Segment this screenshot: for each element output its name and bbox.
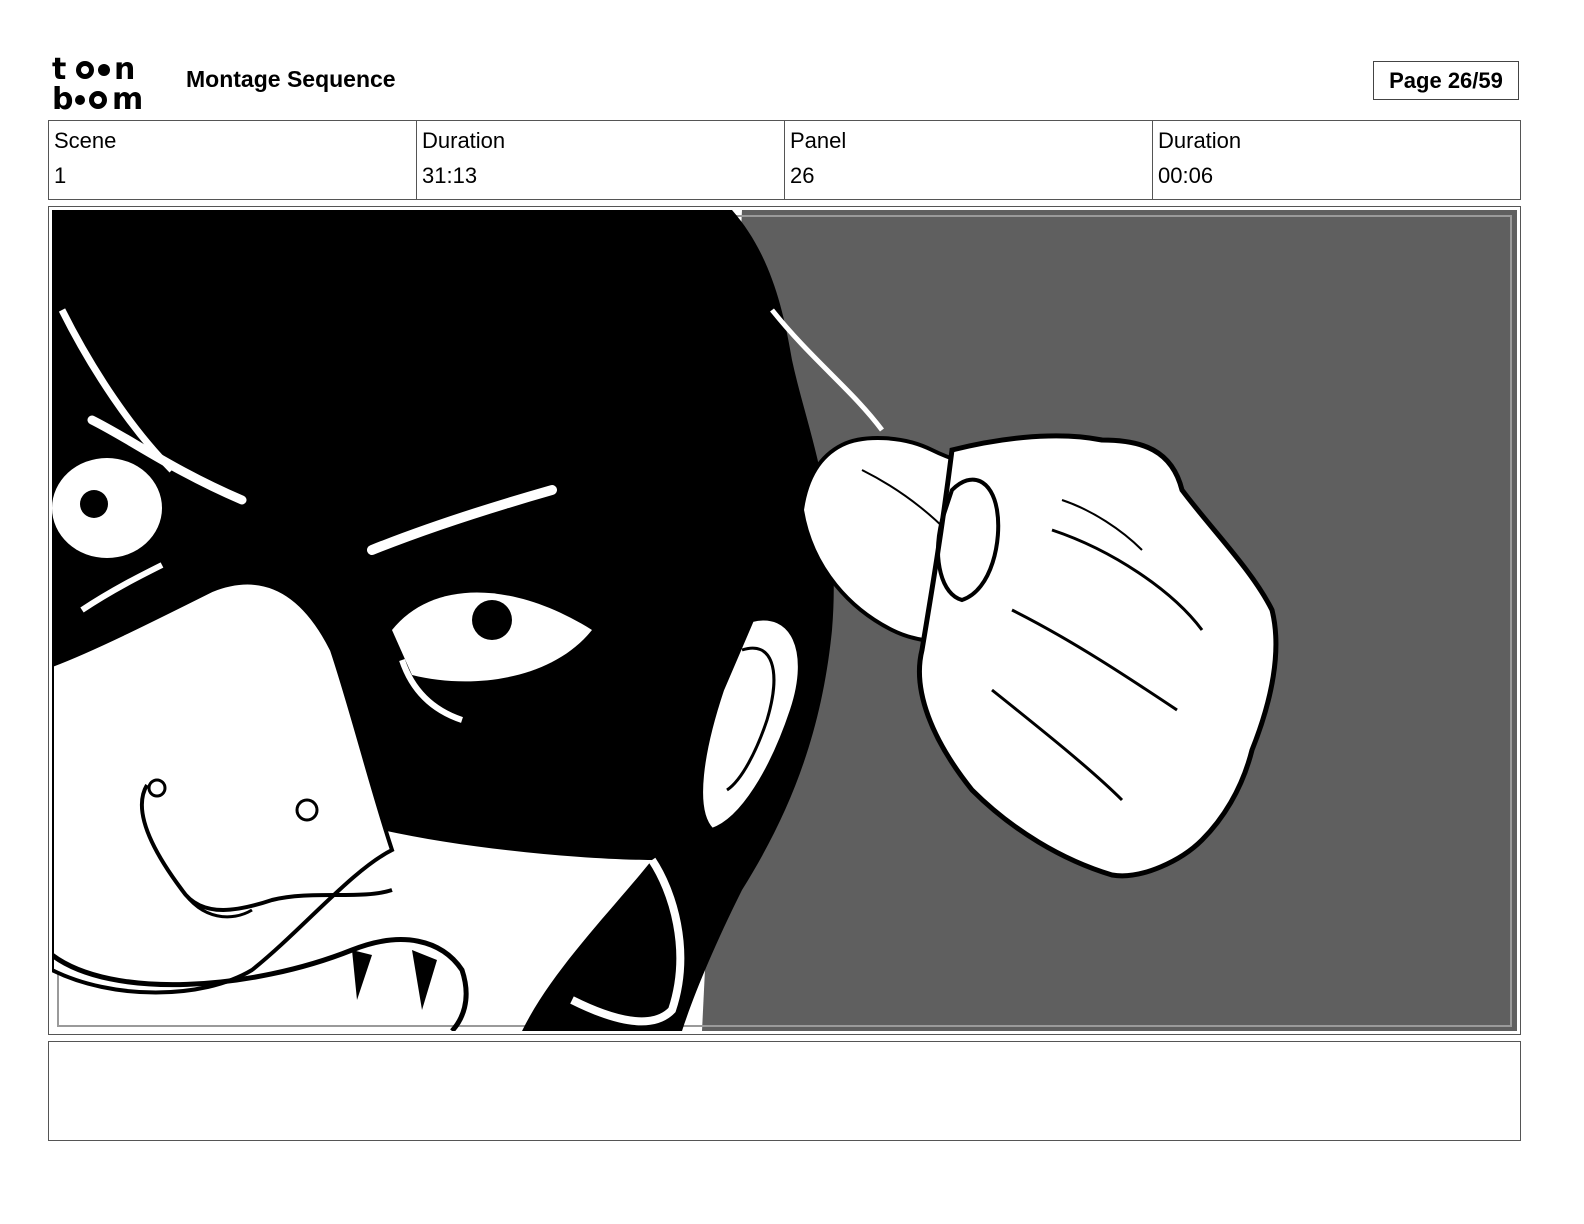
panel-duration-label: Duration	[1158, 128, 1242, 153]
panel-duration-cell: Duration 00:06	[1153, 121, 1520, 199]
panel-value: 26	[790, 163, 815, 188]
scene-duration-value: 31:13	[422, 163, 478, 188]
svg-text:m: m	[112, 82, 143, 112]
panel-label: Panel	[790, 128, 847, 153]
page-indicator: Page 26/59	[1373, 61, 1519, 100]
scene-duration-label: Duration	[422, 128, 506, 153]
storyboard-panel-image	[52, 210, 1517, 1031]
scene-label: Scene	[54, 128, 117, 153]
scene-value: 1	[54, 163, 67, 188]
document-title: Montage Sequence	[186, 66, 396, 92]
svg-text:b: b	[52, 82, 73, 112]
panel-notes-box	[48, 1041, 1521, 1141]
toonboom-logo: t n b m	[52, 52, 143, 112]
scene-info-table: Scene 1 Duration 31:13 Panel 26 Duration…	[48, 120, 1521, 200]
scene-duration-cell: Duration 31:13	[417, 121, 785, 199]
panel-duration-value: 00:06	[1158, 163, 1214, 188]
panel-cell: Panel 26	[785, 121, 1153, 199]
scene-cell: Scene 1	[49, 121, 417, 199]
